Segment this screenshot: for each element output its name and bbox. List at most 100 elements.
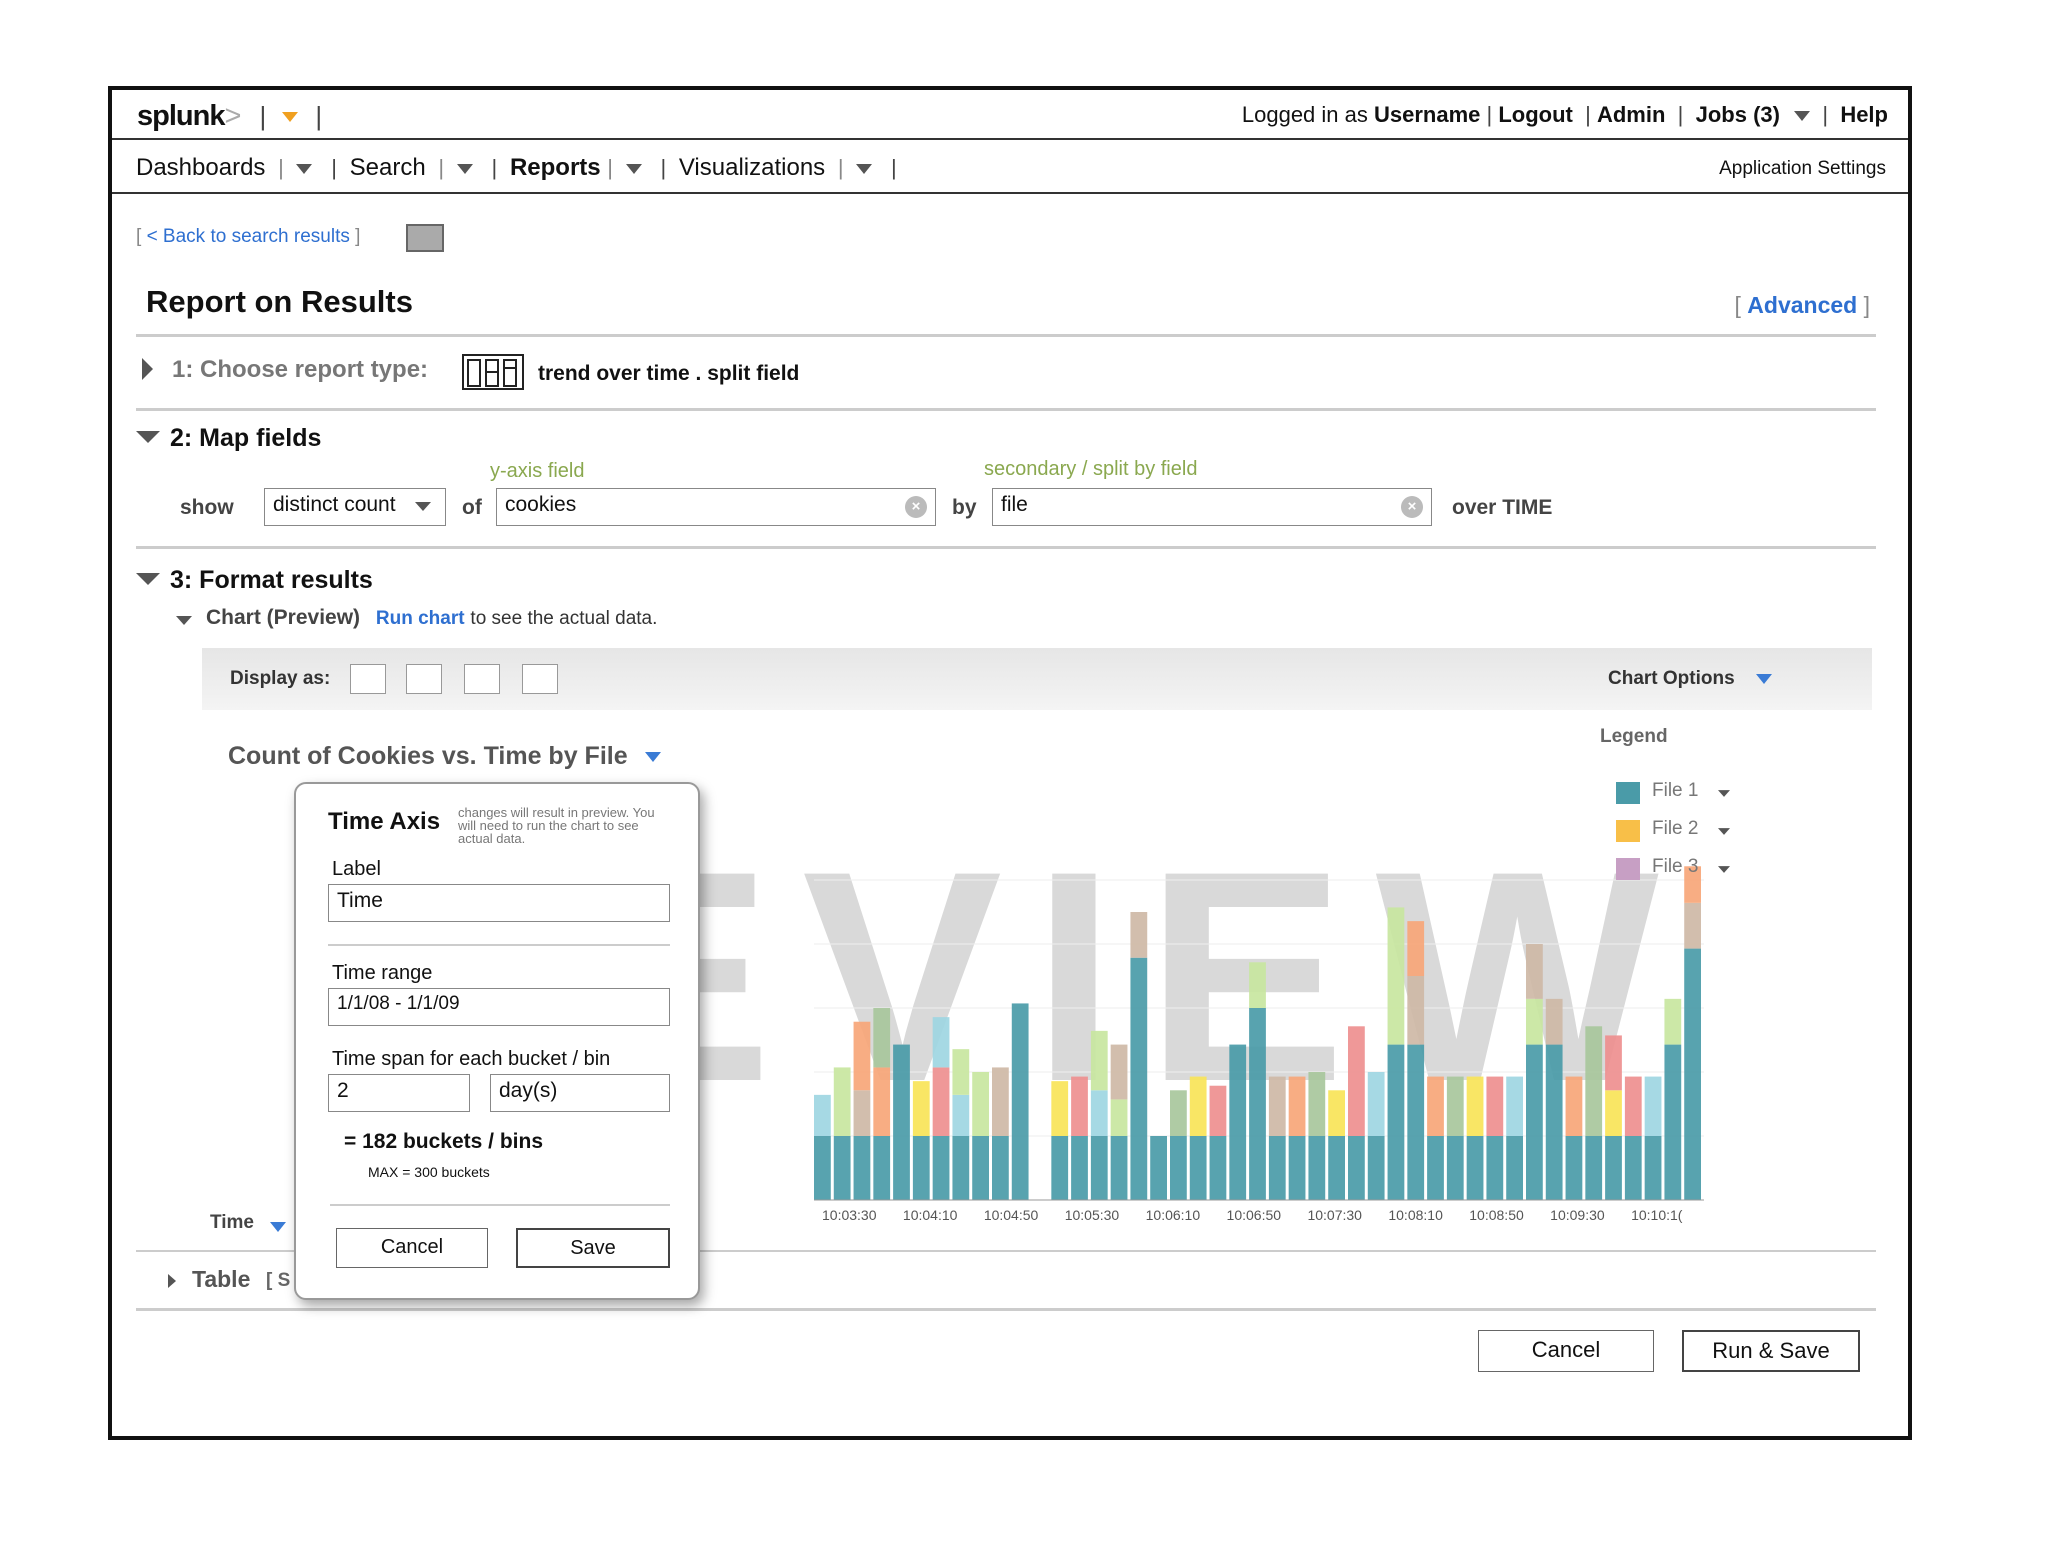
popup-title: Time Axis	[328, 808, 441, 835]
jobs-link[interactable]: Jobs (3)	[1696, 102, 1780, 127]
bar-segment	[972, 1072, 989, 1136]
run-chart-link[interactable]: Run chart	[376, 608, 465, 629]
run-chart-suffix: to see the actual data.	[470, 608, 658, 629]
bar-segment	[853, 1090, 871, 1136]
legend-item-label[interactable]: File 3	[1652, 856, 1698, 878]
app-menu-chevron-icon[interactable]	[282, 112, 299, 123]
chart-preview-collapse-icon[interactable]	[176, 612, 192, 630]
time-range-input[interactable]: 1/1/08 - 1/1/09	[328, 988, 670, 1026]
bar-segment	[1387, 1044, 1405, 1200]
bar-segment	[932, 1136, 950, 1200]
x-tick-label: 10:05:30	[1065, 1207, 1120, 1223]
legend-item-label[interactable]: File 1	[1652, 780, 1698, 802]
bar-segment	[1644, 1136, 1662, 1200]
advanced-link[interactable]: Advanced	[1747, 292, 1857, 318]
step3-collapse-icon[interactable]	[136, 572, 160, 590]
nav-reports[interactable]: Reports	[510, 154, 601, 181]
x-tick-label: 10:04:50	[984, 1207, 1039, 1223]
display-toolbar: Display as: Chart Options	[202, 648, 1872, 710]
time-axis-chevron-icon[interactable]	[270, 1222, 286, 1232]
bar-segment	[1427, 1136, 1444, 1200]
bar-segment	[1585, 1136, 1603, 1200]
bar-segment	[1229, 1044, 1247, 1200]
bar-segment	[1170, 1136, 1187, 1200]
divider	[136, 1308, 1876, 1311]
cancel-button[interactable]: Cancel	[1478, 1330, 1654, 1372]
bar-segment	[1427, 1076, 1444, 1136]
bar-segment	[1466, 1136, 1484, 1200]
bar-segment	[873, 1008, 891, 1068]
display-line-button[interactable]	[406, 664, 442, 694]
chart-options-chevron-icon[interactable]	[1756, 674, 1772, 684]
x-tick-label: 10:04:10	[903, 1207, 958, 1223]
nav-visualizations[interactable]: Visualizations	[679, 154, 825, 181]
top-bar: splunk> | | Logged in as Username | Logo…	[112, 90, 1908, 140]
visualizations-chevron-icon[interactable]	[856, 163, 873, 174]
page-title: Report on Results	[146, 284, 413, 319]
yaxis-field-value: cookies	[505, 493, 577, 516]
thumbnail-icon[interactable]	[406, 224, 444, 252]
bar-segment	[1664, 1044, 1682, 1200]
bar-segment	[1624, 1076, 1642, 1136]
span-count-input[interactable]: 2	[328, 1074, 470, 1112]
admin-link[interactable]: Admin	[1597, 102, 1665, 127]
split-caption: secondary / split by field	[984, 458, 1198, 480]
dashboards-chevron-icon[interactable]	[296, 163, 313, 174]
time-axis-label[interactable]: Time	[210, 1212, 254, 1234]
legend-item-label[interactable]: File 2	[1652, 818, 1698, 840]
span-caption: Time span for each bucket / bin	[332, 1048, 611, 1070]
legend-item-chevron-icon[interactable]	[1718, 790, 1730, 797]
bar-segment	[1170, 1090, 1187, 1136]
bar-segment	[1308, 1136, 1326, 1200]
logo-suffix: >	[224, 100, 241, 132]
chart-title-chevron-icon[interactable]	[644, 752, 661, 763]
aggregation-select[interactable]: distinct count	[264, 488, 446, 526]
table-expand-icon[interactable]	[168, 1274, 176, 1293]
clear-yaxis-icon[interactable]: ×	[905, 496, 927, 518]
bar-segment	[932, 1017, 950, 1068]
yaxis-field-input[interactable]: cookies ×	[496, 488, 936, 526]
display-column-button[interactable]	[350, 664, 386, 694]
x-tick-label: 10:10:1(	[1631, 1207, 1683, 1223]
step1-expand-icon[interactable]	[142, 358, 153, 385]
by-label: by	[952, 496, 977, 519]
span-unit-select[interactable]: day(s)	[490, 1074, 670, 1112]
bar-segment	[1308, 1072, 1326, 1136]
splunk-logo[interactable]: splunk> | |	[137, 100, 322, 133]
label-input[interactable]: Time	[328, 884, 670, 922]
search-chevron-icon[interactable]	[456, 163, 473, 174]
table-options: [ S	[266, 1270, 291, 1291]
bar-segment	[1348, 1026, 1365, 1136]
nav-dashboards[interactable]: Dashboards	[136, 154, 265, 181]
popup-cancel-button[interactable]: Cancel	[336, 1228, 488, 1268]
bar-segment	[1585, 1026, 1603, 1136]
report-type-icon[interactable]	[462, 354, 524, 390]
application-settings-link[interactable]: Application Settings	[1719, 158, 1886, 180]
legend-item-chevron-icon[interactable]	[1718, 866, 1730, 873]
bar-segment	[1486, 1076, 1504, 1136]
display-area-button[interactable]	[464, 664, 500, 694]
back-to-search-link[interactable]: < Back to search results	[147, 226, 350, 247]
jobs-chevron-icon[interactable]	[1794, 111, 1811, 122]
popup-save-button[interactable]: Save	[516, 1228, 670, 1268]
bar-segment	[1288, 1136, 1306, 1200]
chart-options-button[interactable]: Chart Options	[1608, 668, 1735, 690]
help-link[interactable]: Help	[1840, 102, 1888, 127]
bar-segment	[1506, 1136, 1523, 1200]
bar-segment	[1526, 944, 1543, 999]
clear-split-icon[interactable]: ×	[1401, 496, 1423, 518]
reports-chevron-icon[interactable]	[625, 163, 642, 174]
nav-search[interactable]: Search	[350, 154, 426, 181]
bar-segment	[873, 1136, 891, 1200]
legend-item-chevron-icon[interactable]	[1718, 828, 1730, 835]
split-field-input[interactable]: file ×	[992, 488, 1432, 526]
display-pie-button[interactable]	[522, 664, 558, 694]
chart-preview-label: Chart (Preview)	[206, 606, 361, 629]
table-section-label[interactable]: Table	[192, 1266, 250, 1293]
logout-link[interactable]: Logout	[1498, 102, 1573, 127]
popup-divider	[328, 944, 670, 946]
bar-segment	[1328, 1136, 1345, 1200]
bucket-count: = 182 buckets / bins	[344, 1130, 544, 1153]
step2-collapse-icon[interactable]	[136, 430, 160, 448]
run-save-button[interactable]: Run & Save	[1682, 1330, 1860, 1372]
